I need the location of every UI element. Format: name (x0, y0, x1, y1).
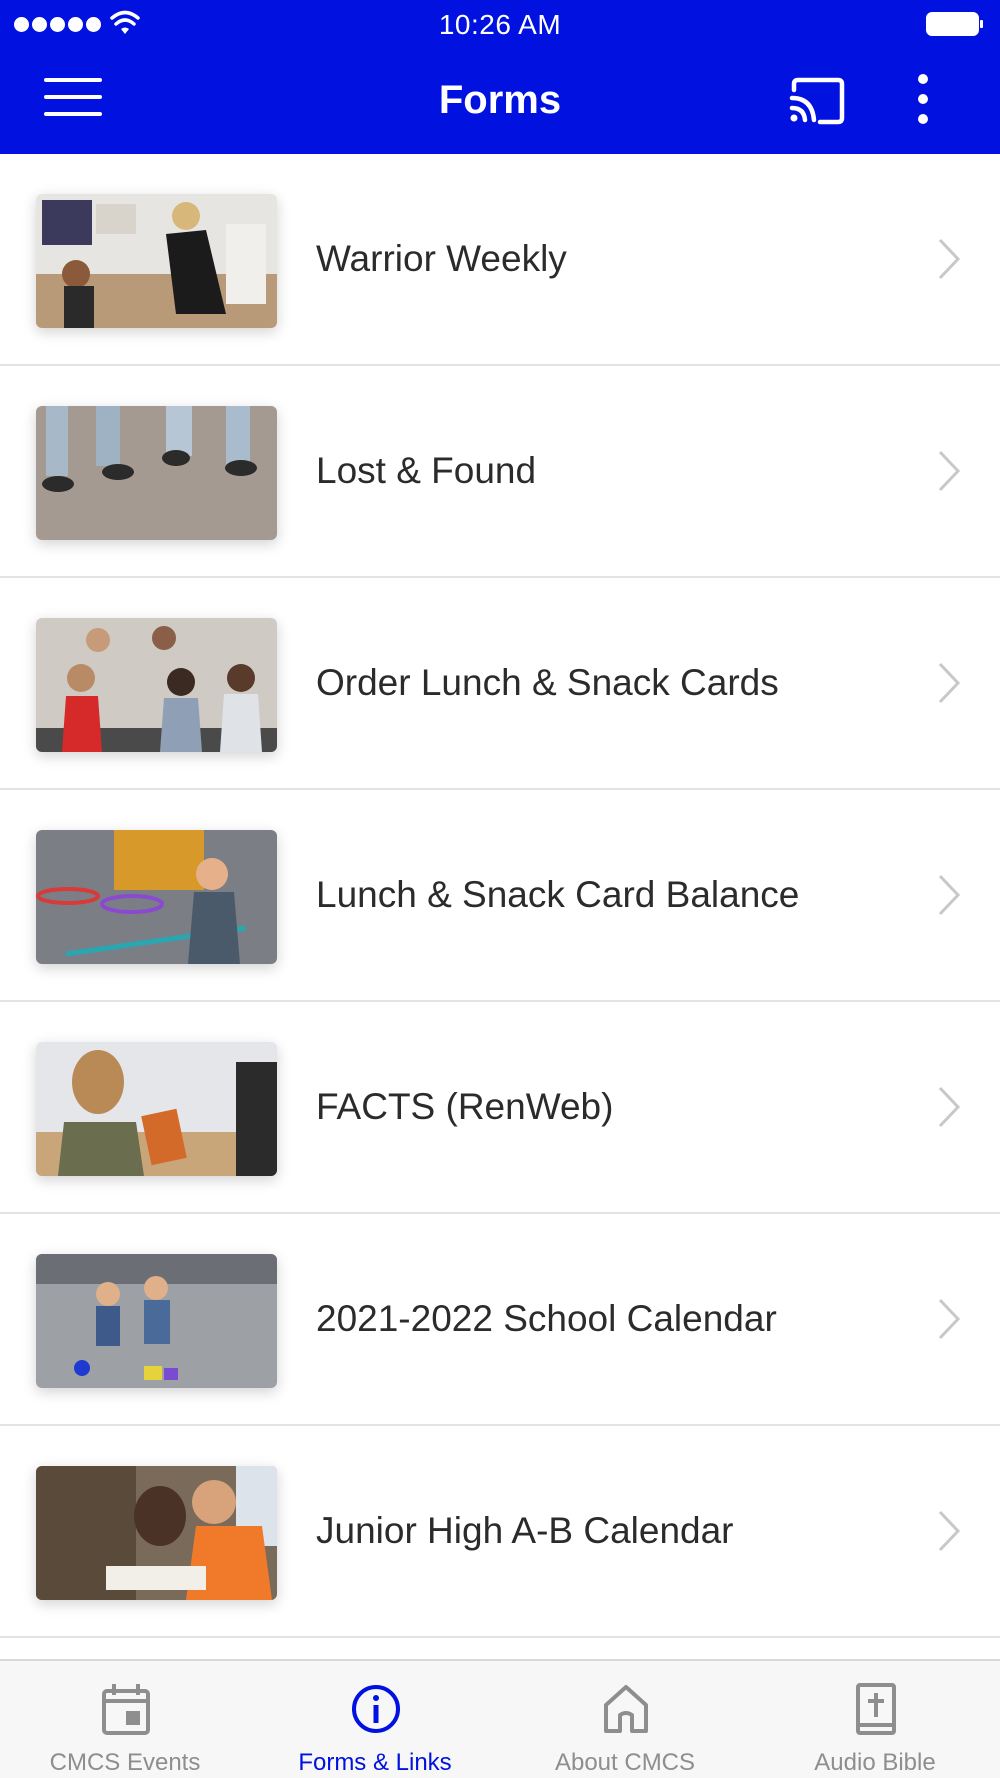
tab-label: Forms & Links (298, 1749, 452, 1776)
thumbnail-image (36, 194, 277, 328)
chevron-right-icon (938, 450, 961, 492)
chevron-right-icon (938, 1510, 961, 1552)
list-item[interactable]: FACTS (RenWeb) (0, 1002, 1000, 1214)
list-item-label: Warrior Weekly (316, 238, 567, 279)
tab-forms-links[interactable]: Forms & Links (250, 1661, 500, 1778)
tab-label: CMCS Events (49, 1749, 201, 1776)
list-item[interactable]: Junior High A-B Calendar (0, 1426, 1000, 1638)
thumbnail-image (36, 406, 277, 540)
list-item[interactable]: Order Lunch & Snack Cards (0, 578, 1000, 790)
forms-list: Warrior Weekly Lost & Found Order Lunch … (0, 154, 1000, 1638)
more-options-icon[interactable] (912, 74, 934, 130)
list-item[interactable]: Lost & Found (0, 366, 1000, 578)
calendar-icon (102, 1684, 150, 1735)
tab-cmcs-events[interactable]: CMCS Events (0, 1661, 250, 1778)
chevron-right-icon (938, 874, 961, 916)
battery-icon (926, 12, 983, 36)
tab-about-cmcs[interactable]: About CMCS (500, 1661, 750, 1778)
home-icon (604, 1685, 648, 1733)
thumbnail-image (36, 1254, 277, 1388)
list-item-label: Junior High A-B Calendar (316, 1510, 734, 1551)
info-icon (352, 1685, 400, 1733)
top-bar: 10:26 AM Forms (0, 0, 1000, 154)
list-item[interactable]: Warrior Weekly (0, 154, 1000, 366)
chevron-right-icon (938, 238, 961, 280)
chevron-right-icon (938, 1298, 961, 1340)
list-item-label: FACTS (RenWeb) (316, 1086, 614, 1127)
list-item-label: Lost & Found (316, 450, 537, 491)
tab-label: Audio Bible (814, 1749, 936, 1776)
tab-audio-bible[interactable]: Audio Bible (750, 1661, 1000, 1778)
thumbnail-image (36, 1042, 277, 1176)
chevron-right-icon (938, 1086, 961, 1128)
list-item[interactable]: 2021-2022 School Calendar (0, 1214, 1000, 1426)
list-item-label: Order Lunch & Snack Cards (316, 662, 779, 703)
list-item-label: 2021-2022 School Calendar (316, 1298, 777, 1339)
list-item[interactable]: Lunch & Snack Card Balance (0, 790, 1000, 1002)
status-time: 10:26 AM (438, 9, 562, 40)
chevron-right-icon (938, 662, 961, 704)
thumbnail-image (36, 618, 277, 752)
thumbnail-image (36, 830, 277, 964)
tab-label: About CMCS (554, 1749, 696, 1776)
list-item-label: Lunch & Snack Card Balance (316, 874, 800, 915)
bible-icon (856, 1683, 896, 1735)
status-bar: 10:26 AM (0, 0, 1000, 50)
thumbnail-image (36, 1466, 277, 1600)
app-bar: Forms (0, 50, 1000, 154)
page-title: Forms (438, 78, 562, 122)
cast-icon[interactable] (788, 76, 846, 126)
bottom-tab-bar: CMCS Events Forms & Links About CMCS Aud… (0, 1659, 1000, 1778)
